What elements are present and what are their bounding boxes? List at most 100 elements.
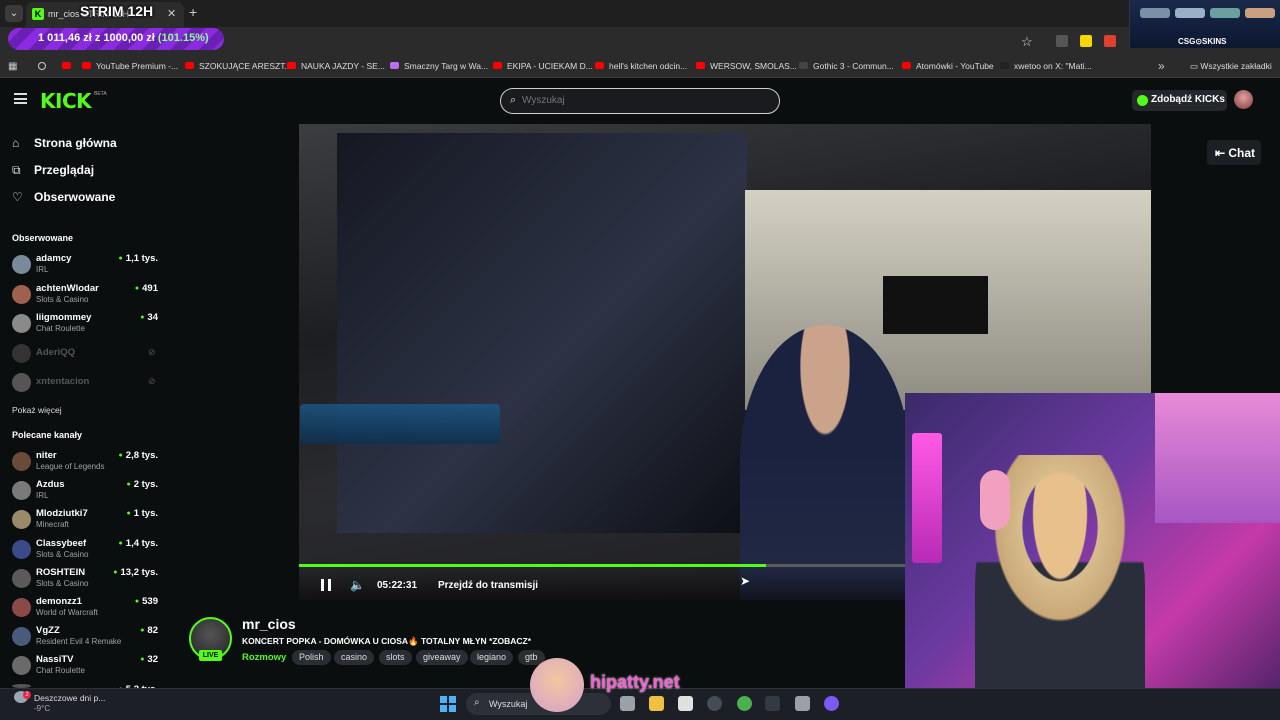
timecode: 05:22:31 — [377, 580, 418, 591]
task-view-icon[interactable] — [620, 696, 635, 711]
channel-avatar[interactable] — [12, 568, 31, 588]
bookmark-item[interactable]: xwetoo on X: "Mati... — [1000, 61, 1092, 71]
channel-category: Minecraft — [36, 520, 69, 530]
bookmarks-more-button[interactable]: » — [1158, 59, 1165, 73]
pause-icon[interactable] — [321, 579, 331, 591]
channel-name-offline[interactable]: AderiQQ — [36, 347, 75, 358]
stream-tag[interactable]: legiano — [470, 650, 514, 665]
bookmark-item[interactable]: Smaczny Targ w Wa... — [390, 61, 488, 71]
search-icon: ⌕ — [510, 94, 517, 106]
extension-icon[interactable] — [1056, 35, 1068, 47]
tab-close-icon[interactable]: ✕ — [167, 7, 176, 20]
donation-goal-text: 1 011,46 zł z 1000,00 zł — [38, 32, 155, 44]
channel-name[interactable]: niter — [36, 450, 57, 461]
chat-toggle-button[interactable]: ⇤ Chat — [1207, 140, 1261, 165]
webcam-background-shelf — [1155, 393, 1280, 523]
bookmark-item[interactable]: EKIPA - UCIEKAM D... — [493, 61, 593, 71]
live-badge: LIVE — [199, 650, 222, 661]
terminal-icon[interactable] — [765, 696, 780, 711]
go-live-button[interactable]: Przejdź do transmisji — [438, 580, 538, 591]
channel-category: Resident Evil 4 Remake — [36, 637, 122, 647]
new-tab-button[interactable]: + — [189, 4, 197, 20]
store-icon[interactable] — [678, 696, 693, 711]
nav-home[interactable]: ⌂ Strona główna — [12, 136, 117, 150]
channel-name[interactable]: VgZZ — [36, 625, 60, 636]
extension-icon[interactable] — [1104, 35, 1116, 47]
weapon-icon — [1245, 8, 1275, 18]
github-icon[interactable] — [38, 62, 46, 70]
channel-name[interactable]: ROSHTEIN — [36, 567, 85, 578]
channel-viewers: 1,4 tys. — [98, 538, 158, 549]
bookmark-item[interactable]: hell's kitchen odcin... — [595, 61, 687, 71]
channel-category: Slots & Casino — [36, 549, 89, 559]
nav-following-label: Obserwowane — [34, 190, 116, 204]
channel-name[interactable]: demonzz1 — [36, 596, 82, 607]
channel-avatar[interactable] — [12, 373, 31, 392]
notification-badge: 2 — [23, 691, 31, 699]
channel-name[interactable]: adamcy — [36, 253, 71, 264]
stream-tag[interactable]: giveaway — [416, 650, 468, 665]
stream-tag[interactable]: Polish — [292, 650, 331, 665]
donation-goal-bar: 1 011,46 zł z 1000,00 zł (101.15%) — [8, 28, 224, 50]
folder-icon: ▭ — [1190, 61, 1201, 71]
windows-start-icon[interactable] — [440, 696, 456, 712]
channel-name-offline[interactable]: xntentacion — [36, 376, 89, 387]
bookmark-item[interactable]: Atomówki - YouTube — [902, 61, 994, 71]
channel-avatar[interactable] — [12, 284, 31, 304]
youtube-icon[interactable] — [62, 62, 71, 69]
channel-avatar[interactable] — [12, 255, 31, 274]
nav-browse[interactable]: ⧉ Przeglądaj — [12, 163, 94, 178]
recommended-section-title: Polecane kanały — [12, 430, 83, 440]
stream-tag[interactable]: casino — [334, 650, 375, 665]
bookmark-star-icon[interactable]: ☆ — [1021, 34, 1033, 50]
bookmark-item[interactable]: NAUKA JAZDY - SE... — [287, 61, 385, 71]
extension-icon[interactable] — [1080, 35, 1092, 47]
overlay-brand-text: hipatty.net — [590, 672, 680, 692]
channel-category: Chat Roulette — [36, 324, 85, 333]
obs-icon[interactable] — [707, 696, 722, 711]
file-explorer-icon[interactable] — [649, 696, 664, 711]
kick-logo[interactable]: KICK — [40, 89, 92, 113]
channel-name[interactable]: NassiTV — [36, 654, 74, 665]
tab-search-button[interactable]: ⌄ — [5, 5, 23, 22]
show-more-link[interactable]: Pokaż więcej — [12, 405, 62, 415]
stream-title: KONCERT POPKA - DOMÓWKA U CIOSA🔥 TOTALNY… — [242, 636, 532, 646]
channel-category: Chat Roulette — [36, 666, 85, 676]
stream-category[interactable]: Rozmowy — [242, 652, 286, 663]
channel-category: Slots & Casino — [36, 578, 89, 588]
weather-text[interactable]: Deszczowe dni p... — [34, 693, 105, 703]
video-scene-pool — [300, 404, 500, 444]
streamer-name[interactable]: mr_cios — [242, 616, 296, 632]
channel-name[interactable]: Mlodziutki7 — [36, 508, 88, 519]
nav-following[interactable]: ♡ Obserwowane — [12, 190, 115, 204]
channel-avatar[interactable] — [12, 343, 31, 363]
bookmark-item[interactable]: SZOKUJĄCE ARESZT... — [185, 61, 292, 71]
apps-grid-icon[interactable]: ▦ — [8, 61, 17, 72]
bookmark-item[interactable]: YouTube Premium -... — [82, 61, 178, 71]
user-avatar[interactable] — [1234, 90, 1253, 109]
all-bookmarks-folder[interactable]: ▭ Wszystkie zakładki — [1190, 61, 1272, 72]
channel-name[interactable]: Classybeef — [36, 538, 86, 549]
nav-home-label: Strona główna — [34, 136, 117, 150]
channel-viewers: 1,1 tys. — [98, 253, 158, 264]
volume-icon[interactable]: 🔈 — [350, 578, 365, 592]
channel-name[interactable]: Azdus — [36, 479, 65, 490]
bookmark-item[interactable]: Gothic 3 - Commun... — [799, 61, 894, 71]
overlay-brand-avatar — [530, 658, 584, 712]
channel-avatar[interactable] — [12, 539, 31, 559]
bookmark-item[interactable]: WERSOW, SMOLAS... — [696, 61, 797, 71]
menu-icon[interactable] — [14, 93, 27, 104]
settings-icon[interactable] — [795, 696, 810, 711]
channel-viewers: 32 — [98, 654, 158, 665]
stream-tag[interactable]: slots — [379, 650, 412, 665]
search-input[interactable] — [522, 95, 762, 106]
channel-name[interactable]: achtenWlodar — [36, 283, 99, 294]
channel-avatar[interactable] — [12, 598, 31, 617]
cortana-icon[interactable] — [824, 696, 839, 711]
channel-name[interactable]: liigmommey — [36, 312, 91, 323]
channel-avatar[interactable] — [12, 452, 31, 471]
chrome-icon[interactable] — [737, 696, 752, 711]
channel-category: League of Legends — [36, 462, 105, 471]
channel-avatar[interactable] — [12, 314, 31, 333]
weather-temperature: -9°C — [34, 704, 51, 713]
